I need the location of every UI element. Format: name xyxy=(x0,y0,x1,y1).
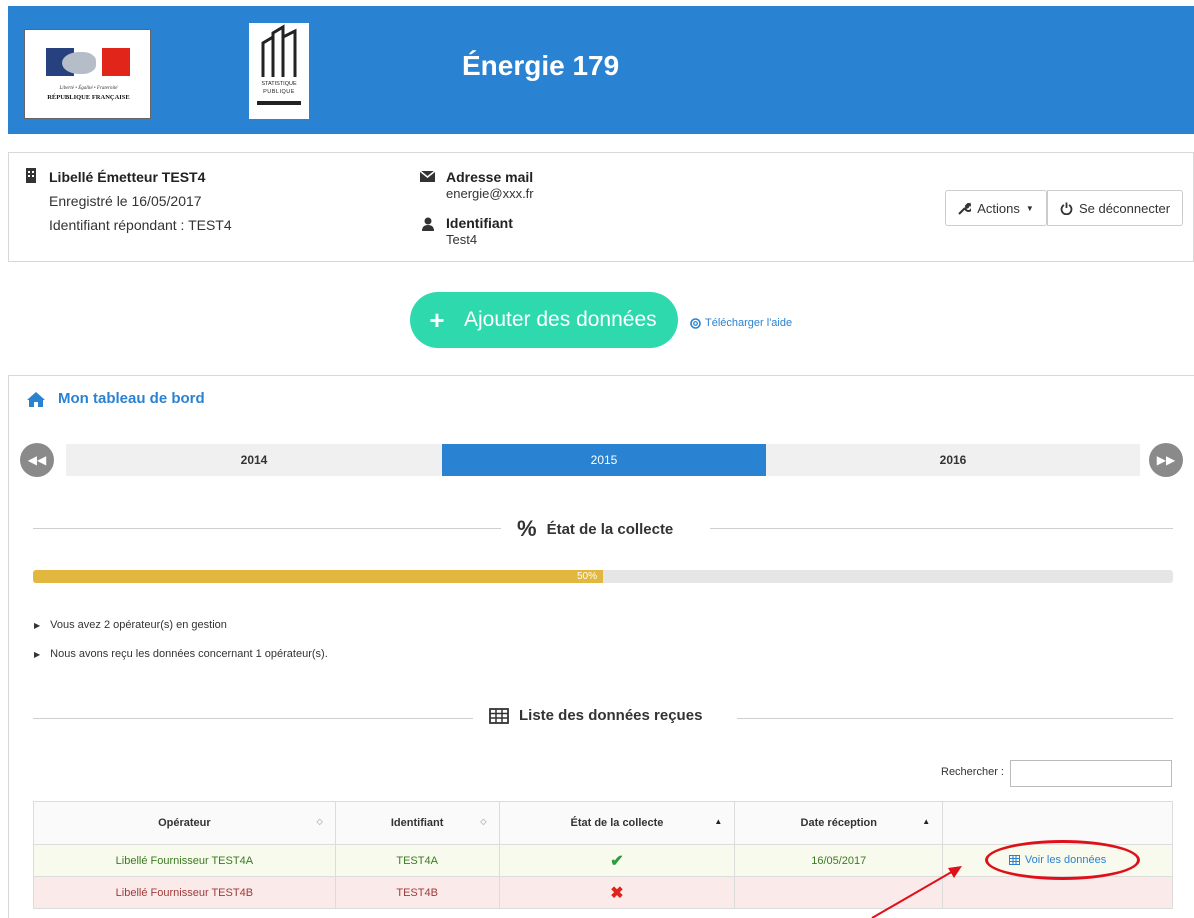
bullet-operators: ▶ Vous avez 2 opérateur(s) en gestion xyxy=(34,619,227,631)
tab-year-2014[interactable]: 2014 xyxy=(66,444,442,476)
percent-icon: % xyxy=(517,516,537,541)
caret-down-icon: ▼ xyxy=(1025,203,1034,213)
divider xyxy=(737,718,1173,719)
tab-year-2015[interactable]: 2015 xyxy=(442,444,766,476)
actions-button[interactable]: Actions ▼ xyxy=(945,190,1047,226)
download-help-label: Télécharger l'aide xyxy=(705,317,793,329)
next-year-button[interactable]: ▶▶ xyxy=(1149,443,1183,477)
table-row: Libellé Fournisseur TEST4B TEST4B ✖ xyxy=(33,876,1173,909)
column-header-id[interactable]: Identifiant ◇ xyxy=(334,801,500,845)
emitter-label: Libellé Émetteur TEST4 xyxy=(49,169,206,185)
app-title: Énergie 179 xyxy=(462,50,620,81)
fast-forward-icon: ▶▶ xyxy=(1156,453,1176,467)
divider xyxy=(33,718,473,719)
app-header: Liberté • Égalité • Fraternité RÉPUBLIQU… xyxy=(8,6,1194,134)
column-header-actions xyxy=(942,801,1173,845)
building-icon xyxy=(26,168,36,183)
received-data-title: Liste des données reçues xyxy=(519,707,703,724)
table-icon xyxy=(489,707,509,724)
sort-asc-icon: ▲ xyxy=(714,817,723,826)
bullet-received: ▶ Nous avons reçu les données concernant… xyxy=(34,648,328,660)
status-cell: ✖ xyxy=(498,876,736,909)
caret-right-icon: ▶ xyxy=(34,649,41,659)
add-data-button[interactable]: + Ajouter des données xyxy=(410,292,678,348)
user-info-panel: Libellé Émetteur TEST4 Enregistré le 16/… xyxy=(8,152,1194,262)
date-cell xyxy=(734,876,944,909)
id-cell: TEST4B xyxy=(334,876,500,909)
dashboard-title[interactable]: Mon tableau de bord xyxy=(58,390,205,407)
id-value: Test4 xyxy=(446,232,478,247)
action-cell xyxy=(942,876,1173,909)
column-header-date[interactable]: Date réception ▲ xyxy=(734,801,944,845)
rewind-icon: ◀◀ xyxy=(27,453,47,467)
logo-line1: STATISTIQUE xyxy=(261,81,297,87)
bullet-text: Nous avons reçu les données concernant 1… xyxy=(50,648,328,660)
user-icon xyxy=(422,217,434,231)
building-icon xyxy=(261,24,297,77)
status-cell: ✔ xyxy=(498,844,736,877)
respondent-id: Identifiant répondant : TEST4 xyxy=(49,217,232,233)
collection-progress-bar: 50% xyxy=(33,570,1173,583)
wrench-icon xyxy=(958,201,972,215)
home-icon[interactable] xyxy=(26,391,46,408)
actions-label: Actions xyxy=(977,200,1020,216)
republique-francaise-logo: Liberté • Égalité • Fraternité RÉPUBLIQU… xyxy=(24,29,151,119)
search-label: Rechercher : xyxy=(941,766,1004,778)
logo-line2: PUBLIQUE xyxy=(263,89,295,95)
sort-icon: ◇ xyxy=(480,817,487,826)
tab-year-2016[interactable]: 2016 xyxy=(766,444,1140,476)
id-cell: TEST4A xyxy=(334,844,500,877)
received-data-heading: Liste des données reçues xyxy=(489,707,702,724)
add-data-label: Ajouter des données xyxy=(464,308,657,331)
annotation-highlight-ellipse xyxy=(985,840,1140,880)
power-icon xyxy=(1060,202,1073,215)
column-header-status[interactable]: État de la collecte ▲ xyxy=(498,801,736,845)
cross-icon: ✖ xyxy=(610,884,624,902)
prev-year-button[interactable]: ◀◀ xyxy=(20,443,54,477)
lifebuoy-icon xyxy=(690,317,701,329)
plus-icon: + xyxy=(429,304,445,335)
caret-right-icon: ▶ xyxy=(34,620,41,630)
envelope-icon xyxy=(420,171,435,182)
check-icon: ✔ xyxy=(610,852,624,870)
date-cell: 16/05/2017 xyxy=(734,844,944,877)
column-header-operator[interactable]: Opérateur ◇ xyxy=(33,801,336,845)
operator-cell: Libellé Fournisseur TEST4A xyxy=(33,844,336,877)
logo-motto: Liberté • Égalité • Fraternité xyxy=(59,86,118,91)
sort-icon: ◇ xyxy=(316,817,323,826)
statistique-publique-logo: STATISTIQUE PUBLIQUE xyxy=(249,23,309,119)
bullet-text: Vous avez 2 opérateur(s) en gestion xyxy=(50,619,227,631)
collection-status-title: État de la collecte xyxy=(546,520,674,538)
marianne-flag-icon xyxy=(46,48,130,76)
registered-date: Enregistré le 16/05/2017 xyxy=(49,193,202,209)
download-help-link[interactable]: Télécharger l'aide xyxy=(690,317,792,329)
divider xyxy=(33,528,501,529)
email-value: energie@xxx.fr xyxy=(446,186,534,201)
logout-label: Se déconnecter xyxy=(1078,200,1171,216)
operator-cell: Libellé Fournisseur TEST4B xyxy=(33,876,336,909)
logo-republique: RÉPUBLIQUE FRANÇAISE xyxy=(47,94,130,101)
email-label: Adresse mail xyxy=(446,169,534,185)
divider xyxy=(710,528,1173,529)
logout-button[interactable]: Se déconnecter xyxy=(1047,190,1183,226)
sort-asc-icon: ▲ xyxy=(922,817,931,826)
collection-status-heading: % État de la collecte xyxy=(517,516,673,542)
search-input[interactable] xyxy=(1010,760,1172,787)
id-label: Identifiant xyxy=(446,215,513,231)
progress-fill: 50% xyxy=(33,570,603,583)
